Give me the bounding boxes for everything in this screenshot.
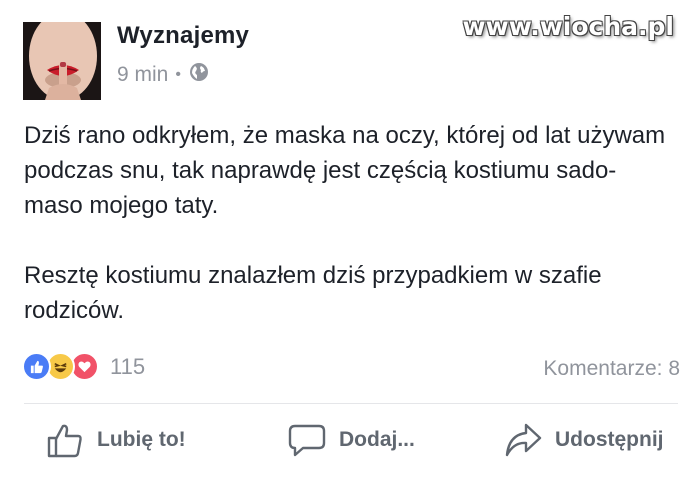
reaction-count: 115 bbox=[110, 353, 146, 379]
page-avatar[interactable] bbox=[23, 22, 101, 100]
like-button[interactable]: Lubię to! bbox=[45, 420, 186, 460]
divider bbox=[24, 403, 678, 404]
separator-dot: • bbox=[175, 66, 181, 83]
comment-icon bbox=[287, 420, 327, 460]
post-paragraph: Resztę kostiumu znalazłem dziś przypadki… bbox=[24, 262, 602, 324]
comments-count[interactable]: Komentarze: 8 bbox=[543, 357, 680, 381]
reactions-summary[interactable]: 115 bbox=[22, 352, 145, 381]
thumbs-up-icon bbox=[45, 420, 85, 460]
like-icon bbox=[22, 352, 51, 381]
comment-button[interactable]: Dodaj... bbox=[287, 420, 415, 460]
post-paragraph: Dziś rano odkryłem, że maska na oczy, kt… bbox=[24, 122, 666, 219]
like-button-label: Lubię to! bbox=[97, 428, 186, 451]
timestamp[interactable]: 9 min bbox=[117, 63, 168, 87]
watermark: www.wiocha.pl bbox=[462, 12, 674, 41]
post-meta: 9 min • bbox=[117, 61, 210, 89]
comment-button-label: Dodaj... bbox=[339, 428, 415, 451]
page-name[interactable]: Wyznajemy bbox=[117, 22, 249, 50]
share-button-label: Udostępnij bbox=[555, 428, 664, 451]
avatar-image bbox=[23, 22, 101, 100]
post-body: Dziś rano odkryłem, że maska na oczy, kt… bbox=[24, 118, 674, 328]
share-button[interactable]: Udostępnij bbox=[503, 420, 664, 460]
action-bar: Lubię to! Dodaj... Udostępnij bbox=[0, 420, 700, 466]
share-icon bbox=[503, 420, 543, 460]
globe-icon[interactable] bbox=[188, 61, 210, 89]
